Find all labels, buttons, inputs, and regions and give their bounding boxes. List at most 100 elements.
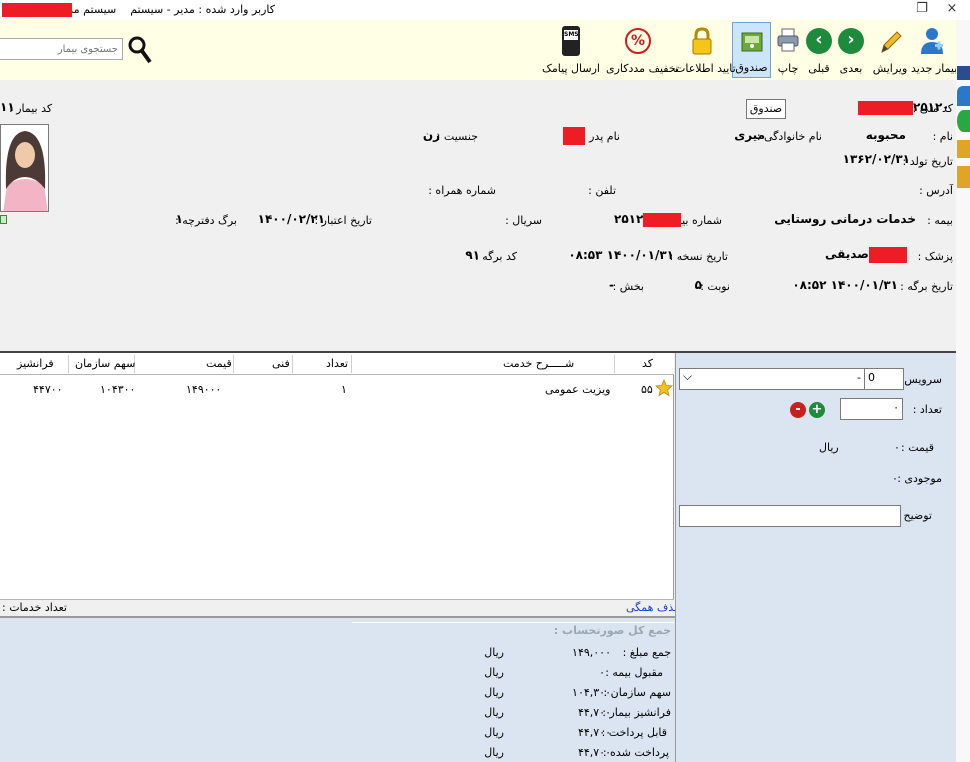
patient-code-value: ۱۱ [0, 100, 15, 114]
redacted-doctor [868, 247, 907, 263]
avatar-upload-icon[interactable] [0, 215, 7, 224]
birth-value: ۱۳۶۲/۰۲/۳۱ [842, 152, 910, 166]
service-code-input[interactable]: 0 [864, 368, 904, 390]
prescription-date-label: تاریخ نسخه : [669, 250, 728, 263]
summary-row: سهم سازمان : ۱۰۴,۳۰۰ ریال [484, 686, 671, 699]
table-row[interactable]: ۵۵ ویزیت عمومی ۱ ۱۴۹۰۰۰ ۱۰۴۳۰۰ ۴۴۷۰۰ [0, 375, 674, 399]
desc-input[interactable] [679, 505, 901, 527]
next-button[interactable]: › بعدی [835, 22, 867, 78]
sheet-code-label: کد برگه : [475, 250, 517, 263]
turn-label: نوبت : [700, 280, 730, 293]
user-add-icon [918, 26, 946, 59]
birth-label: تاریخ تولد : [902, 155, 953, 168]
sheet-date-value: ۱۴۰۰/۰۱/۳۱ ۰۸:۵۲ [792, 278, 898, 292]
col-code[interactable]: کد [642, 357, 653, 370]
name-label: نام : [932, 130, 953, 143]
summary-row: پرداخت شده : ۴۴,۷۰۰ ریال [484, 746, 669, 759]
prescription-date-value: ۱۴۰۰/۰۱/۳۱ ۰۸:۵۳ [568, 248, 674, 262]
verify-button[interactable]: تایید اطلاعات [675, 22, 736, 78]
doctor-label: پزشک : [917, 250, 953, 263]
chevron-right-icon: › [838, 28, 864, 54]
national-code-value: ۲۵۱۲۰ [858, 100, 950, 115]
col-price[interactable]: قیمت [206, 357, 232, 370]
patient-search-input[interactable] [0, 38, 123, 60]
address-label: آدرس : [919, 184, 953, 197]
minus-button[interactable]: - [790, 402, 806, 418]
gender-label: جنسیت : [436, 130, 478, 143]
cell-franchise: ۴۴۷۰۰ [33, 383, 63, 396]
edit-button[interactable]: ویرایش [871, 22, 909, 78]
search-icon[interactable] [127, 34, 153, 69]
col-franchise[interactable]: فرانشیز [17, 357, 54, 370]
sheet-code-value: ۹۱ [465, 248, 480, 262]
grid-footer: حذف همگی تعداد خدمات : [0, 599, 681, 616]
prev-button[interactable]: ‹ قبلی [803, 22, 835, 78]
chevron-down-icon: ⌵ [683, 369, 693, 383]
cell-desc: ویزیت عمومی [545, 383, 611, 396]
sidebar-user-icon[interactable] [957, 86, 970, 106]
title-user: کاربر وارد شده : مدیر - سیستم [130, 3, 275, 16]
price-unit: ریال [819, 441, 839, 454]
sidebar-chart-icon[interactable] [957, 66, 970, 80]
booklet-page-value: ۱ [175, 212, 183, 226]
summary-row: مقبول بیمه : ۰ ریال [484, 666, 663, 679]
grid-header: کد شـــــرح خدمت تعداد فنی قیمت سهم سازم… [0, 353, 674, 375]
star-icon[interactable] [655, 378, 673, 400]
ward-value: - [609, 278, 614, 292]
cash-register-icon [739, 27, 765, 58]
discount-button[interactable]: % تخفیف مددکاری [606, 22, 679, 78]
stock-value: ۰ [892, 472, 898, 485]
summary-row: فرانشیز بیمار : ۴۴,۷۰۰ ریال [484, 706, 671, 719]
cell-code: ۵۵ [641, 383, 653, 396]
print-button[interactable]: چاپ [773, 22, 803, 78]
gender-value: زن [422, 128, 440, 142]
col-count[interactable]: تعداد [326, 357, 348, 370]
invoice-summary: جمع کل صورتحساب : جمع مبلغ : ۱۴۹,۰۰۰ ریا… [0, 616, 675, 762]
cash-button[interactable]: صندوق [732, 22, 771, 78]
restore-button[interactable]: ❐ [907, 0, 937, 20]
summary-row: جمع مبلغ : ۱۴۹,۰۰۰ ریال [484, 646, 671, 659]
insurance-label: بیمه : [927, 214, 953, 227]
service-panel: سرویس : 0 ⌵ - تعداد : ۰ + - قیمت : ۰ ریا… [675, 353, 956, 762]
phone-label: تلفن : [588, 184, 616, 197]
patient-avatar[interactable] [0, 124, 49, 212]
insurance-no-value: ۲۵۱۲ [614, 212, 682, 227]
price-label: قیمت : [901, 441, 934, 454]
redacted-national-code [858, 101, 913, 115]
sms-tag: SMS [564, 30, 579, 40]
service-select[interactable]: ⌵ - [679, 368, 865, 390]
summary-row: قابل پرداخت : ۴۴,۷۰۰ ریال [484, 726, 667, 739]
price-value: ۰ [894, 441, 900, 454]
sidebar-tools-icon[interactable] [957, 140, 970, 158]
sidebar-key-icon[interactable] [957, 166, 970, 188]
patient-code-label: کد بیمار : [9, 102, 53, 115]
col-desc[interactable]: شـــــرح خدمت [503, 357, 574, 370]
cell-price: ۱۴۹۰۰۰ [186, 383, 222, 396]
serial-label: سریال : [505, 214, 542, 227]
count-input[interactable]: ۰ [840, 398, 903, 420]
phone-sms-icon: SMS [562, 26, 580, 56]
booklet-page-label: برگ دفترچه : [175, 214, 237, 227]
col-tech[interactable]: فنی [272, 357, 290, 370]
count-label: تعداد : [912, 403, 942, 416]
family-label: نام خانوادگی : [756, 130, 822, 143]
insurance-value: خدمات درمانی روستایی [774, 212, 916, 226]
close-button[interactable]: × [937, 0, 967, 20]
cell-count: ۱ [341, 383, 347, 396]
redacted-title [2, 3, 72, 17]
family-value: میری [734, 128, 765, 142]
summary-title: جمع کل صورتحساب : [553, 624, 671, 637]
send-sms-button[interactable]: SMS ارسال پیامک [541, 22, 601, 78]
lock-icon [690, 26, 714, 59]
col-org-share[interactable]: سهم سازمان [75, 357, 135, 370]
chevron-left-icon: ‹ [806, 28, 832, 54]
sidebar-gear-icon[interactable] [957, 110, 970, 132]
services-count-label: تعداد خدمات : [2, 601, 67, 614]
plus-button[interactable]: + [809, 402, 825, 418]
delete-all-link[interactable]: حذف همگی [626, 601, 681, 614]
new-patient-button[interactable]: بیمار جدید [911, 22, 957, 78]
redacted-father-name [563, 127, 585, 145]
doctor-value: صدیقی [825, 247, 907, 263]
desc-label: توضیح : [896, 509, 932, 522]
turn-value: ۵ [694, 278, 702, 292]
